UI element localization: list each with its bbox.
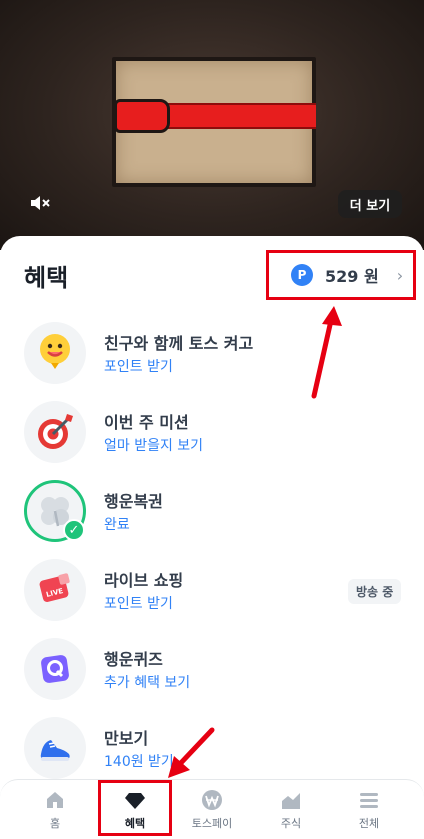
- points-balance-button[interactable]: P 529 원 ›: [266, 250, 416, 300]
- tab-stocks[interactable]: 주식: [256, 780, 326, 839]
- item-title: 만보기: [104, 729, 149, 748]
- won-coin-icon: [202, 790, 222, 810]
- list-item-live-shopping[interactable]: LIVE 라이브 쇼핑 포인트 받기 방송 중: [0, 559, 424, 637]
- item-subtitle: 추가 혜택 보기: [104, 675, 191, 691]
- annotation-highlight-box: [98, 780, 172, 836]
- list-item-lucky-quiz[interactable]: 행운퀴즈 추가 혜택 보기: [0, 638, 424, 716]
- item-title: 행운퀴즈: [104, 650, 163, 669]
- item-subtitle: 포인트 받기: [104, 359, 173, 375]
- item-title: 이번 주 미션: [104, 413, 189, 432]
- tab-label: 전체: [358, 817, 380, 830]
- benefits-sheet: 혜택 P 529 원 › 친구와 함께 토스 켜고 포인트 받기 이번 주 미션…: [0, 236, 424, 839]
- status-badge: 방송 중: [348, 579, 402, 604]
- tab-label: 홈: [49, 817, 61, 830]
- bottom-tab-bar: 홈 혜택 토스페이 주식 전체: [0, 779, 424, 839]
- item-subtitle: 얼마 받을지 보기: [104, 438, 204, 454]
- more-button[interactable]: 더 보기: [338, 190, 402, 218]
- tab-label: 주식: [280, 817, 302, 830]
- face-balloon-icon: [24, 322, 86, 384]
- menu-lines-icon: [360, 793, 378, 808]
- clover-icon: ✓: [24, 480, 86, 542]
- points-value: 529 원: [325, 267, 379, 286]
- item-title: 라이브 쇼핑: [104, 571, 184, 590]
- list-item-lucky-lottery[interactable]: ✓ 행운복권 완료: [0, 480, 424, 558]
- points-icon: P: [291, 264, 313, 286]
- gift-box-image: [112, 57, 316, 187]
- annotation-arrow-icon: [168, 727, 215, 778]
- page-title: 혜택: [24, 264, 69, 292]
- item-title: 행운복권: [104, 492, 163, 511]
- ribbon-image: [166, 103, 316, 129]
- list-item-friend-invite[interactable]: 친구와 함께 토스 켜고 포인트 받기: [0, 322, 424, 400]
- ribbon-knot-image: [114, 99, 170, 133]
- home-icon: [47, 792, 63, 808]
- hero-video[interactable]: 더 보기: [0, 0, 424, 250]
- target-dart-icon: [24, 401, 86, 463]
- tab-label: 토스페이: [191, 817, 233, 830]
- check-icon: ✓: [63, 519, 85, 541]
- tab-tosspay[interactable]: 토스페이: [177, 780, 247, 839]
- item-title: 친구와 함께 토스 켜고: [104, 334, 254, 353]
- quiz-q-icon: [24, 638, 86, 700]
- tab-all[interactable]: 전체: [334, 780, 404, 839]
- speaker-muted-icon[interactable]: [26, 193, 54, 213]
- list-item-weekly-mission[interactable]: 이번 주 미션 얼마 받을지 보기: [0, 401, 424, 479]
- sneaker-icon: [24, 717, 86, 779]
- chevron-right-icon: ›: [396, 265, 404, 285]
- live-shopping-icon: LIVE: [24, 559, 86, 621]
- chart-area-icon: [282, 793, 300, 809]
- item-subtitle: 완료: [104, 517, 130, 533]
- tab-home[interactable]: 홈: [20, 780, 90, 839]
- item-subtitle: 포인트 받기: [104, 596, 173, 612]
